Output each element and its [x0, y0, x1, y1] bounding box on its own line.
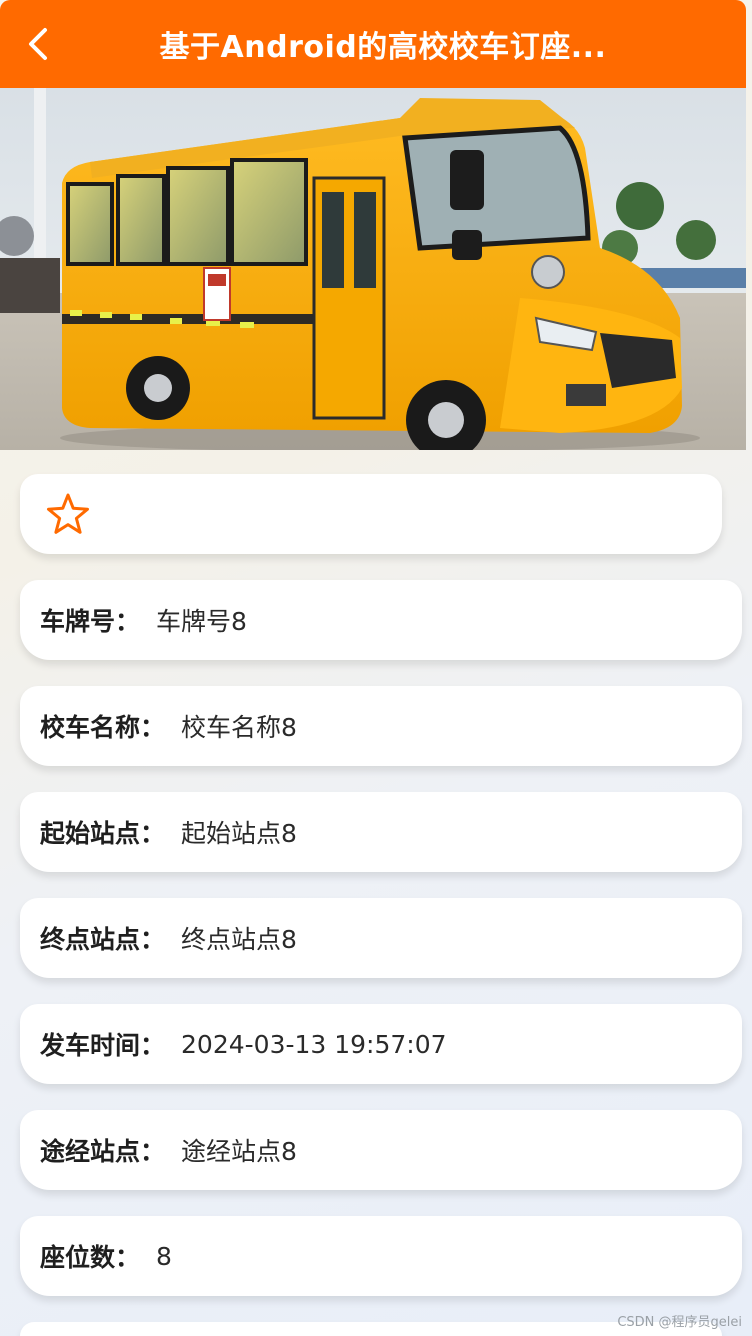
watermark: CSDN @程序员gelei [617, 1315, 742, 1330]
detail-row-via-stations: 途经站点： 途经站点8 [20, 1110, 742, 1190]
detail-row-bus-name: 校车名称： 校车名称8 [20, 686, 742, 766]
plate-label: 车牌号： [40, 607, 141, 636]
start-station-label: 起始站点： [40, 819, 166, 848]
detail-row-seat-count: 座位数： 8 [20, 1216, 742, 1296]
via-stations-value: 途经站点8 [181, 1137, 297, 1166]
bus-name-value: 校车名称8 [181, 713, 297, 742]
chevron-left-icon [29, 28, 47, 60]
favorite-card [20, 474, 722, 554]
detail-row-plate: 车牌号： 车牌号8 [20, 580, 742, 660]
back-button[interactable] [18, 24, 58, 64]
end-station-label: 终点站点： [40, 925, 166, 954]
detail-row-end-station: 终点站点： 终点站点8 [20, 898, 742, 978]
departure-time-label: 发车时间： [40, 1031, 166, 1060]
detail-row-departure-time: 发车时间： 2024-03-13 19:57:07 [20, 1004, 742, 1084]
star-outline-icon[interactable] [46, 492, 90, 536]
start-station-value: 起始站点8 [181, 819, 297, 848]
end-station-value: 终点站点8 [181, 925, 297, 954]
bus-image [0, 88, 746, 450]
plate-value: 车牌号8 [156, 607, 247, 636]
app-header: 基于Android的高校校车订座... [0, 0, 746, 88]
seat-count-value: 8 [156, 1241, 172, 1271]
departure-time-value: 2024-03-13 19:57:07 [181, 1029, 447, 1059]
via-stations-label: 途经站点： [40, 1137, 166, 1166]
seat-count-label: 座位数： [40, 1243, 141, 1272]
page-title: 基于Android的高校校车订座... [159, 30, 607, 65]
bus-name-label: 校车名称： [40, 713, 166, 742]
detail-row-start-station: 起始站点： 起始站点8 [20, 792, 742, 872]
